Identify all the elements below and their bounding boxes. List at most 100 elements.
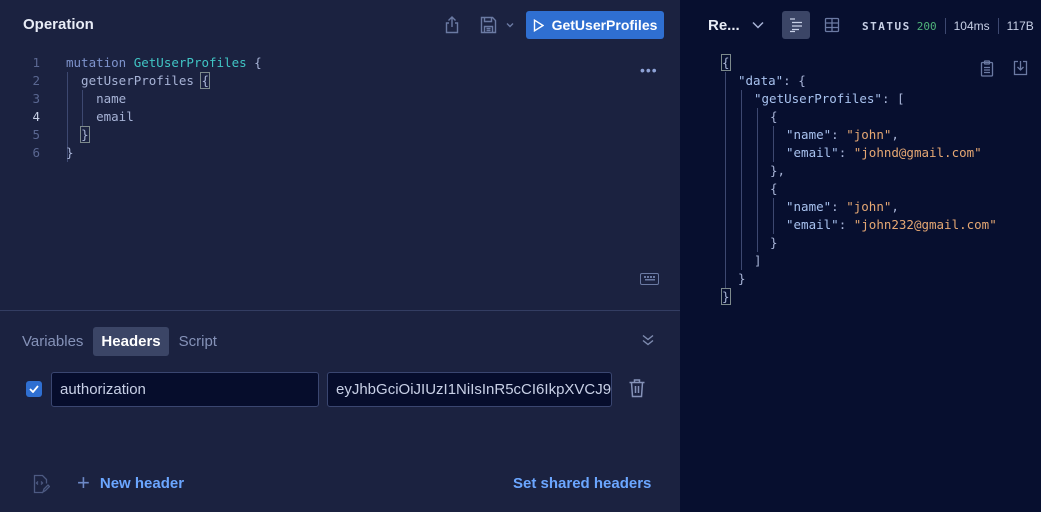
code-token: { [200,72,210,89]
panel-divider[interactable] [0,310,680,311]
response-text: { [721,54,731,72]
code-token: getUserProfiles [66,73,202,88]
code-token: email [66,109,134,124]
code-token: GetUserProfiles [133,55,247,70]
code-line[interactable]: 5 } [0,126,680,144]
share-icon [445,16,459,34]
response-text: }, [770,162,785,180]
run-operation-button[interactable]: GetUserProfiles [526,11,664,39]
response-line: { [680,180,1041,198]
response-line: { [680,108,1041,126]
json-punctuation: { [721,54,731,71]
code-token: } [80,126,90,143]
indent-guide [725,72,726,288]
tab-script[interactable]: Script [171,327,225,356]
share-button[interactable] [443,15,461,35]
keyboard-icon[interactable] [640,273,659,285]
play-icon [533,18,544,32]
json-punctuation: } [738,271,746,286]
json-key: "email" [786,217,839,232]
code-line[interactable]: 4 email [0,108,680,126]
file-code-icon[interactable] [32,474,51,499]
code-line[interactable]: 2 getUserProfiles { [0,72,680,90]
text-align-icon [790,18,802,33]
json-punctuation: : [831,127,847,142]
save-options-dropdown[interactable] [504,18,516,32]
code-text: name [66,90,126,108]
response-text: "getUserProfiles": [ [754,90,905,108]
json-string: "john" [846,199,892,214]
header-key-input[interactable]: authorization [51,372,319,407]
run-button-label: GetUserProfiles [551,17,658,33]
more-icon[interactable]: ••• [640,62,658,78]
code-token: mutation [66,55,134,70]
code-line[interactable]: 6} [0,144,680,162]
response-line: } [680,270,1041,288]
json-key: "email" [786,145,839,160]
save-icon [480,16,496,34]
table-view-button[interactable] [818,11,846,39]
chevron-down-icon [506,23,514,28]
json-key: "name" [786,199,832,214]
check-icon [29,385,39,393]
code-line[interactable]: 1 mutation GetUserProfiles { [0,54,680,72]
plus-icon: + [77,470,90,495]
clipboard-icon [980,60,994,77]
code-token: { [246,55,262,70]
code-line[interactable]: 3 name [0,90,680,108]
response-line: ] [680,252,1041,270]
separator [997,18,999,34]
download-icon [1013,60,1028,76]
json-punctuation: } [721,288,731,305]
response-line: } [680,234,1041,252]
json-punctuation: : { [783,73,806,88]
chevron-down-icon [752,21,764,29]
response-line: "email": "johnd@gmail.com" [680,144,1041,162]
save-button[interactable] [478,15,498,35]
json-punctuation: : [838,145,854,160]
download-response-button[interactable] [1013,60,1028,81]
line-number: 2 [32,73,40,88]
set-shared-headers-link[interactable]: Set shared headers [513,475,651,492]
tab-variables[interactable]: Variables [14,327,91,356]
json-punctuation: ] [754,253,762,268]
json-punctuation: } [770,235,778,250]
delete-header-button[interactable] [628,378,646,403]
code-text: } [66,144,74,162]
response-line: }, [680,162,1041,180]
json-punctuation: { [770,109,778,124]
response-line: "getUserProfiles": [ [680,90,1041,108]
json-punctuation: }, [770,163,786,178]
header-value-input[interactable]: eyJhbGciOiJIUzI1NiIsInR5cCI6IkpXVCJ9.eyJ [327,372,612,407]
code-token: name [66,91,127,106]
line-number: 6 [32,145,40,160]
response-status: STATUS 200 104ms 117B [862,18,1034,34]
query-editor[interactable]: 1 mutation GetUserProfiles {2 getUserProf… [0,54,680,162]
response-dropdown[interactable] [751,17,765,38]
json-punctuation: { [770,181,778,196]
response-title[interactable]: Re... [708,17,740,34]
response-viewer[interactable]: {"data": {"getUserProfiles": [{"name": "… [680,54,1041,306]
response-text: { [770,180,778,198]
new-header-button[interactable]: + New header [77,470,184,495]
line-number: 3 [32,91,40,106]
json-string: "john232@gmail.com" [853,217,997,232]
json-string: "john" [846,127,892,142]
indent-guide [773,198,774,234]
json-punctuation: : [838,217,854,232]
json-punctuation: , [891,199,899,214]
copy-response-button[interactable] [980,60,994,82]
code-text: email [66,108,134,126]
response-size: 117B [1006,19,1034,33]
response-text: "name": "john", [786,198,899,216]
tab-headers[interactable]: Headers [93,327,169,356]
json-key: "data" [738,73,784,88]
pretty-view-button[interactable] [782,11,810,39]
response-line: "name": "john", [680,198,1041,216]
response-text: "email": "john232@gmail.com" [786,216,997,234]
operation-panel: Operation GetUserProfiles 1 mutation GetU… [0,0,680,512]
collapse-panel-button[interactable] [641,333,655,352]
json-string: "johnd@gmail.com" [853,145,982,160]
header-enabled-checkbox[interactable] [26,381,42,397]
